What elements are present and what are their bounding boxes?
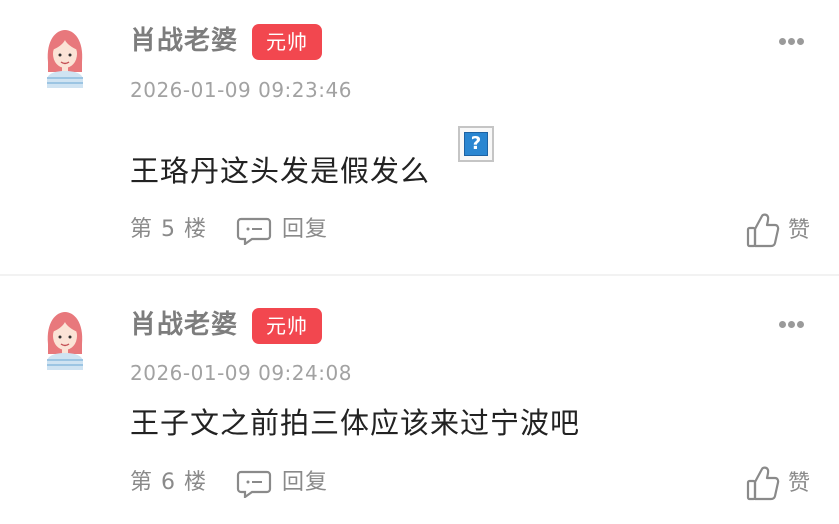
girl-avatar-icon[interactable] — [44, 310, 86, 370]
comment-item: 肖战老婆 元帅 2026-01-09 09:23:46 王珞丹这头发是假发么 ?… — [0, 0, 839, 274]
rank-badge: 元帅 — [252, 24, 322, 60]
comment-item: 肖战老婆 元帅 2026-01-09 09:24:08 王子文之前拍三体应该来过… — [0, 276, 839, 524]
like-label: 赞 — [788, 218, 811, 243]
thumbs-up-icon — [746, 213, 780, 248]
thumbs-up-icon — [746, 466, 780, 501]
floor-number: 第 6 楼 — [130, 470, 207, 495]
more-dots-icon[interactable] — [779, 38, 805, 46]
missing-image-placeholder-icon: ? — [458, 126, 494, 162]
username[interactable]: 肖战老婆 — [130, 24, 238, 58]
comment-bubble-icon — [236, 470, 272, 498]
like-button[interactable]: 赞 — [746, 212, 816, 248]
comment-timestamp: 2026-01-09 09:24:08 — [130, 361, 352, 385]
floor-number: 第 5 楼 — [130, 217, 207, 242]
comment-timestamp: 2026-01-09 09:23:46 — [130, 78, 352, 102]
like-label: 赞 — [788, 471, 811, 496]
girl-avatar-icon[interactable] — [44, 28, 86, 88]
more-dots-icon[interactable] — [779, 321, 805, 329]
username[interactable]: 肖战老婆 — [130, 308, 238, 342]
comment-content: 王珞丹这头发是假发么 — [130, 154, 431, 188]
rank-badge: 元帅 — [252, 308, 322, 344]
reply-label: 回复 — [282, 217, 329, 242]
comment-content: 王子文之前拍三体应该来过宁波吧 — [130, 406, 581, 440]
missing-image-glyph: ? — [464, 132, 488, 156]
comment-bubble-icon — [236, 217, 272, 245]
like-button[interactable]: 赞 — [746, 465, 816, 501]
reply-label: 回复 — [282, 470, 329, 495]
